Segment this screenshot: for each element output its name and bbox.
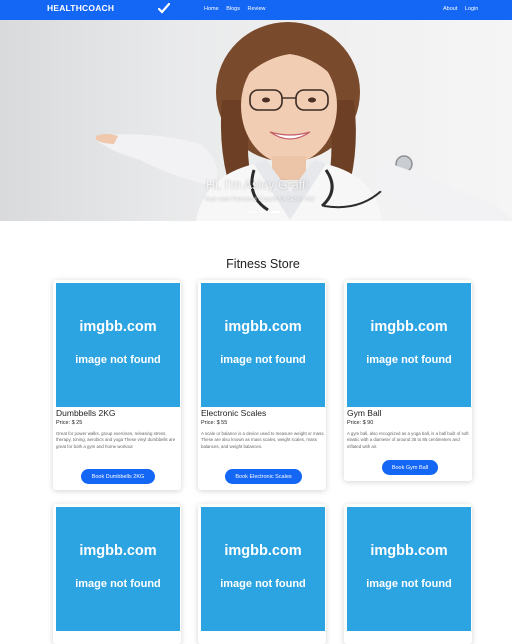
nav-link-blogs[interactable]: Blogs <box>226 6 240 12</box>
placeholder-text: imgbb.com <box>79 543 157 559</box>
product-card: imgbb.com image not found Electronic Sca… <box>198 280 326 490</box>
product-card: imgbb.com image not found Dumbbells 2KG … <box>53 280 181 490</box>
hero-carousel: Hi, I'm Asley Graff! Your new Personal C… <box>0 20 512 221</box>
placeholder-text: image not found <box>366 578 452 590</box>
product-image: imgbb.com image not found <box>347 507 471 631</box>
carousel-indicator[interactable] <box>259 211 268 213</box>
carousel-indicator-active[interactable] <box>271 211 280 213</box>
hero-subtitle: Your new Personal Coach for better life! <box>204 196 316 203</box>
product-image: imgbb.com image not found <box>201 507 325 631</box>
book-product-button[interactable]: Book Electronic Scales <box>225 469 302 484</box>
product-description: Great for power walks, group exercises, … <box>56 431 176 449</box>
product-image: imgbb.com image not found <box>56 507 180 631</box>
nav-link-review[interactable]: Review <box>248 6 266 12</box>
placeholder-text: image not found <box>75 578 161 590</box>
product-price: Price: $ 25 <box>56 420 83 426</box>
brand-text: HEALTHCOACH <box>47 3 115 13</box>
placeholder-text: imgbb.com <box>224 543 302 559</box>
placeholder-text: image not found <box>75 354 161 366</box>
product-card: imgbb.com image not found <box>198 504 326 644</box>
product-description: A gym ball, also recognized as a yoga ba… <box>347 431 469 449</box>
nav-link-home[interactable]: Home <box>204 6 219 12</box>
product-image: imgbb.com image not found <box>56 283 180 407</box>
product-card: imgbb.com image not found <box>344 504 472 644</box>
nav-link-about[interactable]: About <box>443 6 457 12</box>
check-icon <box>157 2 171 14</box>
book-product-button[interactable]: Book Gym Ball <box>382 460 438 475</box>
product-price: Price: $ 55 <box>201 420 228 426</box>
nav-right-links: About Login <box>443 6 484 12</box>
product-card: imgbb.com image not found <box>53 504 181 644</box>
carousel-indicator[interactable] <box>247 211 256 213</box>
product-price: Price: $ 90 <box>347 420 374 426</box>
product-card: imgbb.com image not found Gym Ball Price… <box>344 280 472 481</box>
placeholder-text: image not found <box>220 578 306 590</box>
brand-logo[interactable]: HEALTHCOACH <box>47 2 171 14</box>
product-image: imgbb.com image not found <box>201 283 325 407</box>
product-name: Dumbbells 2KG <box>56 408 116 418</box>
placeholder-text: image not found <box>366 354 452 366</box>
placeholder-text: imgbb.com <box>370 543 448 559</box>
section-title: Fitness Store <box>226 257 300 271</box>
placeholder-text: image not found <box>220 354 306 366</box>
placeholder-text: imgbb.com <box>224 319 302 335</box>
book-product-button[interactable]: Book Dumbbells 2KG <box>81 469 155 484</box>
nav-link-login[interactable]: Login <box>465 6 478 12</box>
product-image: imgbb.com image not found <box>347 283 471 407</box>
product-name: Gym Ball <box>347 408 382 418</box>
navbar: HEALTHCOACH Home Blogs Review About Logi… <box>0 0 512 20</box>
product-description: A scale or balance is a device used to m… <box>201 431 325 449</box>
nav-links: Home Blogs Review <box>204 6 272 12</box>
placeholder-text: imgbb.com <box>79 319 157 335</box>
product-name: Electronic Scales <box>201 408 267 418</box>
placeholder-text: imgbb.com <box>370 319 448 335</box>
hero-title: Hi, I'm Asley Graff! <box>206 178 309 192</box>
